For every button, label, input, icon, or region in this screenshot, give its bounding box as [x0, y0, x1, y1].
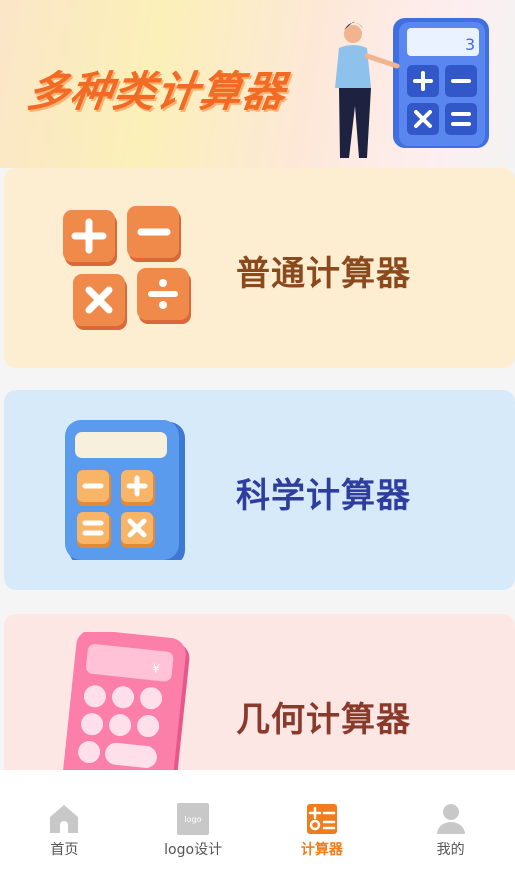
tab-home[interactable]: 首页	[0, 770, 129, 877]
tab-logo-design[interactable]: logo logo设计	[129, 770, 258, 877]
scientific-calculator-icon	[65, 420, 185, 560]
tab-home-label: 首页	[50, 842, 79, 858]
tab-profile-label: 我的	[436, 842, 465, 858]
user-icon	[436, 804, 465, 834]
logo-icon: logo	[177, 803, 210, 835]
tab-calculator-label: 计算器	[300, 842, 343, 858]
banner-title: 多种类计算器	[24, 67, 290, 116]
calculator-display-text: 3	[465, 35, 475, 54]
calculator-icon	[306, 804, 337, 834]
tab-logo-design-label: logo设计	[164, 842, 223, 858]
home-icon	[50, 805, 79, 833]
banner: 多种类计算器 3	[0, 0, 515, 168]
basic-calculator-label: 普通计算器	[236, 254, 411, 294]
person-with-calculator-illustration: 3	[335, 18, 489, 158]
logo-icon-text: logo	[185, 815, 202, 824]
tab-calculator[interactable]: 计算器	[258, 770, 387, 877]
tab-profile[interactable]: 我的	[386, 770, 515, 877]
scientific-calculator-card[interactable]: 科学计算器	[4, 390, 515, 590]
bottom-tab-bar: 首页 logo logo设计 计算器 我的	[0, 770, 515, 877]
scientific-calculator-label: 科学计算器	[236, 476, 411, 516]
basic-calculator-card[interactable]: 普通计算器	[4, 168, 515, 368]
geometry-calculator-label: 几何计算器	[236, 700, 411, 740]
basic-calculator-icon	[63, 206, 191, 330]
